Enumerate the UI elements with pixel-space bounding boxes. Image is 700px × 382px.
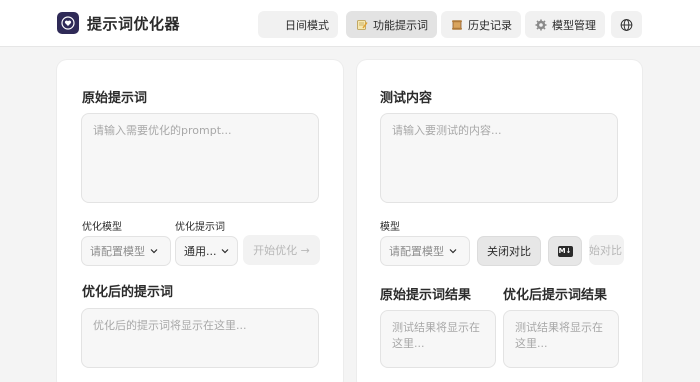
- markdown-icon: M↓: [557, 245, 573, 257]
- optimized-prompt-title: 优化后的提示词: [82, 285, 174, 300]
- markdown-toggle-button[interactable]: M↓: [548, 236, 582, 266]
- heart-shield-icon: [61, 16, 75, 30]
- start-optimize-button[interactable]: 开始优化 →: [243, 235, 320, 265]
- original-prompt-input[interactable]: 请输入需要优化的prompt...: [81, 113, 319, 203]
- globe-icon: [620, 18, 633, 31]
- optimize-template-select[interactable]: 通用...: [175, 236, 238, 266]
- optimize-model-select[interactable]: 请配置模型: [81, 236, 171, 266]
- start-compare-button[interactable]: 始对比: [589, 235, 624, 265]
- top-bar: 提示词优化器 日间模式 功能提示词 历史记录 模型管理: [0, 0, 700, 47]
- test-model-select-value: 请配置模型: [389, 245, 444, 258]
- original-result-output[interactable]: 测试结果将显示在这里...: [380, 310, 496, 368]
- close-compare-label: 关闭对比: [487, 245, 531, 258]
- chevron-down-icon: [448, 247, 457, 256]
- start-optimize-label: 开始优化 →: [253, 244, 310, 257]
- test-content-placeholder: 请输入要测试的内容...: [392, 124, 502, 137]
- chevron-down-icon: [149, 247, 158, 256]
- optimize-template-label: 优化提示词: [175, 222, 225, 233]
- optimize-model-label: 优化模型: [82, 222, 122, 233]
- app-title: 提示词优化器: [87, 15, 181, 33]
- close-compare-button[interactable]: 关闭对比: [477, 236, 541, 266]
- optimized-result-placeholder: 测试结果将显示在这里...: [515, 321, 603, 350]
- optimized-prompt-placeholder: 优化后的提示词将显示在这里...: [93, 319, 247, 332]
- optimizer-panel: 原始提示词 请输入需要优化的prompt... 优化模型 优化提示词 请配置模型…: [57, 60, 343, 382]
- scroll-icon: [450, 18, 463, 31]
- test-model-select[interactable]: 请配置模型: [380, 236, 470, 266]
- original-prompt-title: 原始提示词: [82, 91, 148, 106]
- history-button[interactable]: 历史记录: [441, 11, 521, 38]
- start-compare-label: 始对比: [589, 244, 622, 257]
- app-logo: [57, 12, 79, 34]
- original-result-title: 原始提示词结果: [380, 288, 472, 303]
- gear-icon: [534, 18, 547, 31]
- test-content-input[interactable]: 请输入要测试的内容...: [380, 113, 618, 203]
- optimize-model-select-value: 请配置模型: [90, 245, 145, 258]
- original-prompt-placeholder: 请输入需要优化的prompt...: [93, 124, 232, 137]
- original-result-placeholder: 测试结果将显示在这里...: [392, 321, 480, 350]
- optimized-result-title: 优化后提示词结果: [503, 288, 608, 303]
- chevron-down-icon: [221, 247, 230, 256]
- test-content-title: 测试内容: [380, 91, 433, 106]
- optimized-result-output[interactable]: 测试结果将显示在这里...: [503, 310, 619, 368]
- language-button[interactable]: [611, 11, 642, 38]
- moon-icon: [267, 18, 280, 31]
- test-panel: 测试内容 请输入要测试的内容... 模型 请配置模型 关闭对比 M↓ 始对比 原…: [357, 60, 642, 382]
- model-manage-label: 模型管理: [552, 18, 596, 32]
- day-mode-button[interactable]: 日间模式: [258, 11, 338, 38]
- history-label: 历史记录: [468, 18, 512, 32]
- memo-icon: [355, 18, 368, 31]
- model-manage-button[interactable]: 模型管理: [525, 11, 605, 38]
- function-prompt-button[interactable]: 功能提示词: [346, 11, 437, 38]
- optimize-template-select-value: 通用...: [184, 245, 217, 258]
- test-model-label: 模型: [380, 222, 400, 233]
- day-mode-label: 日间模式: [285, 18, 329, 32]
- function-prompt-label: 功能提示词: [373, 18, 428, 32]
- optimized-prompt-output[interactable]: 优化后的提示词将显示在这里...: [81, 308, 319, 368]
